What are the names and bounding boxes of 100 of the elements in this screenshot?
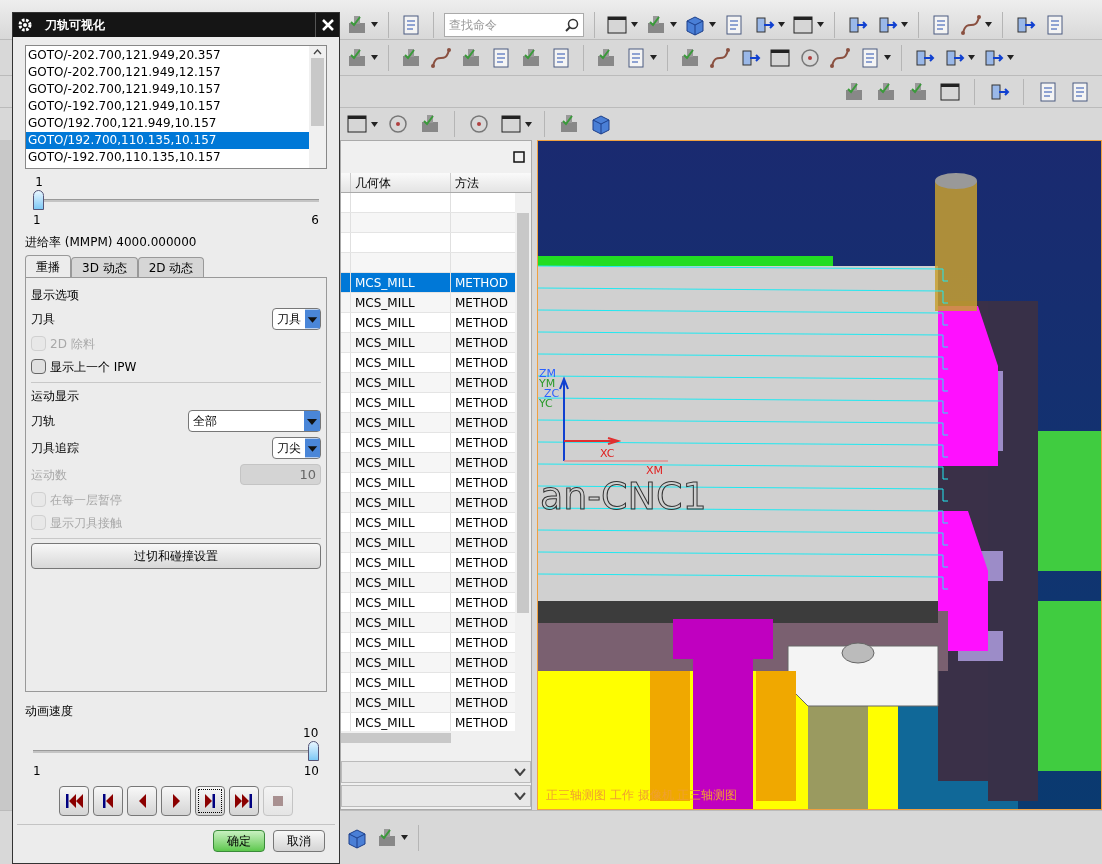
curve-icon[interactable]	[429, 45, 453, 70]
list-item[interactable]: GOTO/-202.700,121.949,12.157	[26, 64, 309, 81]
caret-icon[interactable]	[778, 22, 785, 27]
table-row[interactable]: MCS_MILL METHOD	[341, 652, 515, 673]
scrollbar[interactable]	[309, 46, 326, 168]
caret-icon[interactable]	[968, 55, 975, 60]
tab[interactable]: 重播	[25, 255, 71, 277]
caret-icon[interactable]	[371, 22, 378, 27]
table-row[interactable]: MCS_MILL METHOD	[341, 432, 515, 453]
curve-icon[interactable]	[828, 45, 852, 70]
table-row[interactable]: MCS_MILL METHOD	[341, 372, 515, 393]
caret-icon[interactable]	[371, 55, 378, 60]
list-item[interactable]: GOTO/192.700,110.135,10.157	[26, 132, 309, 149]
table-cell-text: METHOD	[454, 694, 509, 712]
playback-button[interactable]	[229, 786, 259, 816]
table-cell-text: METHOD	[454, 554, 509, 572]
table-row[interactable]: MCS_MILL METHOD	[341, 592, 515, 613]
field-label: 刀轨	[31, 412, 55, 430]
window-icon[interactable]	[499, 112, 523, 136]
feed-rate-text: 进给率 (MMPM) 4000.000000	[25, 234, 198, 251]
list-item[interactable]: GOTO/192.700,121.949,10.157	[26, 115, 309, 132]
column-header[interactable]: 几何体	[351, 172, 451, 192]
caret-icon[interactable]	[371, 121, 378, 127]
table-cell: MCS_MILL	[351, 592, 451, 612]
curve-icon[interactable]	[959, 12, 983, 37]
caret-icon[interactable]	[631, 22, 638, 27]
table-row[interactable]: MCS_MILL METHOD	[341, 612, 515, 633]
maximize-icon[interactable]	[513, 150, 525, 163]
table-row[interactable]: MCS_MILL METHOD	[341, 292, 515, 313]
table-row[interactable]: MCS_MILL METHOD	[341, 312, 515, 333]
table-cell-text: METHOD	[454, 314, 509, 332]
close-icon	[321, 19, 334, 31]
chevron-up-icon[interactable]	[313, 49, 322, 55]
table-row[interactable]: MCS_MILL METHOD	[341, 692, 515, 713]
table-row[interactable]: MCS_MILL METHOD	[341, 452, 515, 473]
slider-max: 10	[303, 763, 319, 780]
dialog-button[interactable]: 确定	[213, 830, 265, 852]
slider-thumb[interactable]	[308, 741, 319, 761]
table-cell-text: METHOD	[454, 574, 509, 592]
dropdown[interactable]: 刀尖	[272, 436, 321, 459]
table-cell-text: METHOD	[454, 374, 509, 392]
caret-icon[interactable]	[525, 121, 532, 127]
caret-icon[interactable]	[901, 22, 908, 27]
tab[interactable]: 2D 动态	[137, 257, 205, 277]
circle-icon[interactable]	[467, 112, 491, 136]
slider-thumb[interactable]	[33, 190, 44, 210]
list-item[interactable]: GOTO/-192.700,121.949,10.157	[26, 98, 309, 115]
table-cell-text: METHOD	[454, 354, 509, 372]
table-row[interactable]: MCS_MILL METHOD	[341, 572, 515, 593]
skip-to-end-icon	[234, 791, 254, 811]
table-cell: MCS_MILL	[351, 632, 451, 652]
list-item[interactable]: GOTO/-202.700,121.949,20.357	[26, 47, 309, 64]
playback-button[interactable]	[93, 786, 123, 816]
slider-min: 1	[33, 763, 41, 780]
playback-button[interactable]	[161, 786, 191, 816]
caret-icon[interactable]	[1007, 55, 1014, 60]
caret-icon[interactable]	[670, 22, 677, 27]
table-cell-text: METHOD	[454, 434, 509, 452]
table-row[interactable]: MCS_MILL METHOD	[341, 492, 515, 513]
column-header[interactable]: 方法	[451, 172, 515, 192]
playback-button[interactable]	[59, 786, 89, 816]
table-cell: MCS_MILL	[351, 352, 451, 372]
caret-icon[interactable]	[817, 22, 824, 27]
caret-icon[interactable]	[650, 55, 657, 60]
playback-button[interactable]	[195, 786, 225, 816]
window-icon[interactable]	[345, 112, 369, 136]
checkbox-label: 显示上一个 IPW	[50, 358, 137, 376]
field-label: 运动数	[31, 466, 67, 484]
table-row[interactable]: MCS_MILL METHOD	[341, 632, 515, 653]
table-row[interactable]: MCS_MILL METHOD	[341, 512, 515, 533]
table-row[interactable]: MCS_MILL METHOD	[341, 532, 515, 553]
list-item[interactable]: GOTO/-202.700,121.949,10.157	[26, 81, 309, 98]
caret-icon[interactable]	[401, 835, 408, 840]
table-row[interactable]: MCS_MILL METHOD	[341, 272, 515, 293]
table-row[interactable]: MCS_MILL METHOD	[341, 392, 515, 413]
table-row[interactable]: MCS_MILL METHOD	[341, 472, 515, 493]
caret-icon[interactable]	[985, 22, 992, 27]
table-row[interactable]: MCS_MILL METHOD	[341, 672, 515, 693]
curve-icon[interactable]	[708, 45, 732, 70]
dialog-button[interactable]: 取消	[273, 830, 325, 852]
table-row[interactable]: MCS_MILL METHOD	[341, 352, 515, 373]
dialog-title: 刀轨可视化	[44, 17, 106, 34]
playback-button[interactable]	[127, 786, 157, 816]
skip-to-start-icon	[64, 791, 84, 811]
checkbox[interactable]	[31, 359, 46, 374]
dropdown[interactable]: 刀具	[272, 308, 321, 330]
collision-settings-button[interactable]: 过切和碰撞设置	[31, 543, 321, 569]
list-item[interactable]: GOTO/-192.700,110.135,10.157	[26, 149, 309, 166]
table-row[interactable]: MCS_MILL METHOD	[341, 552, 515, 573]
table-cell-text: METHOD	[454, 594, 509, 612]
settings-icon[interactable]	[17, 17, 33, 33]
table-row[interactable]: MCS_MILL METHOD	[341, 412, 515, 433]
axis-label: XM	[646, 464, 664, 477]
caret-icon[interactable]	[884, 55, 891, 60]
circle-icon[interactable]	[386, 112, 410, 136]
table-cell-text: METHOD	[454, 634, 509, 652]
table-row[interactable]: MCS_MILL METHOD	[341, 332, 515, 353]
caret-icon[interactable]	[709, 22, 716, 27]
dropdown[interactable]: 全部	[188, 409, 321, 432]
tab[interactable]: 3D 动态	[71, 257, 138, 277]
